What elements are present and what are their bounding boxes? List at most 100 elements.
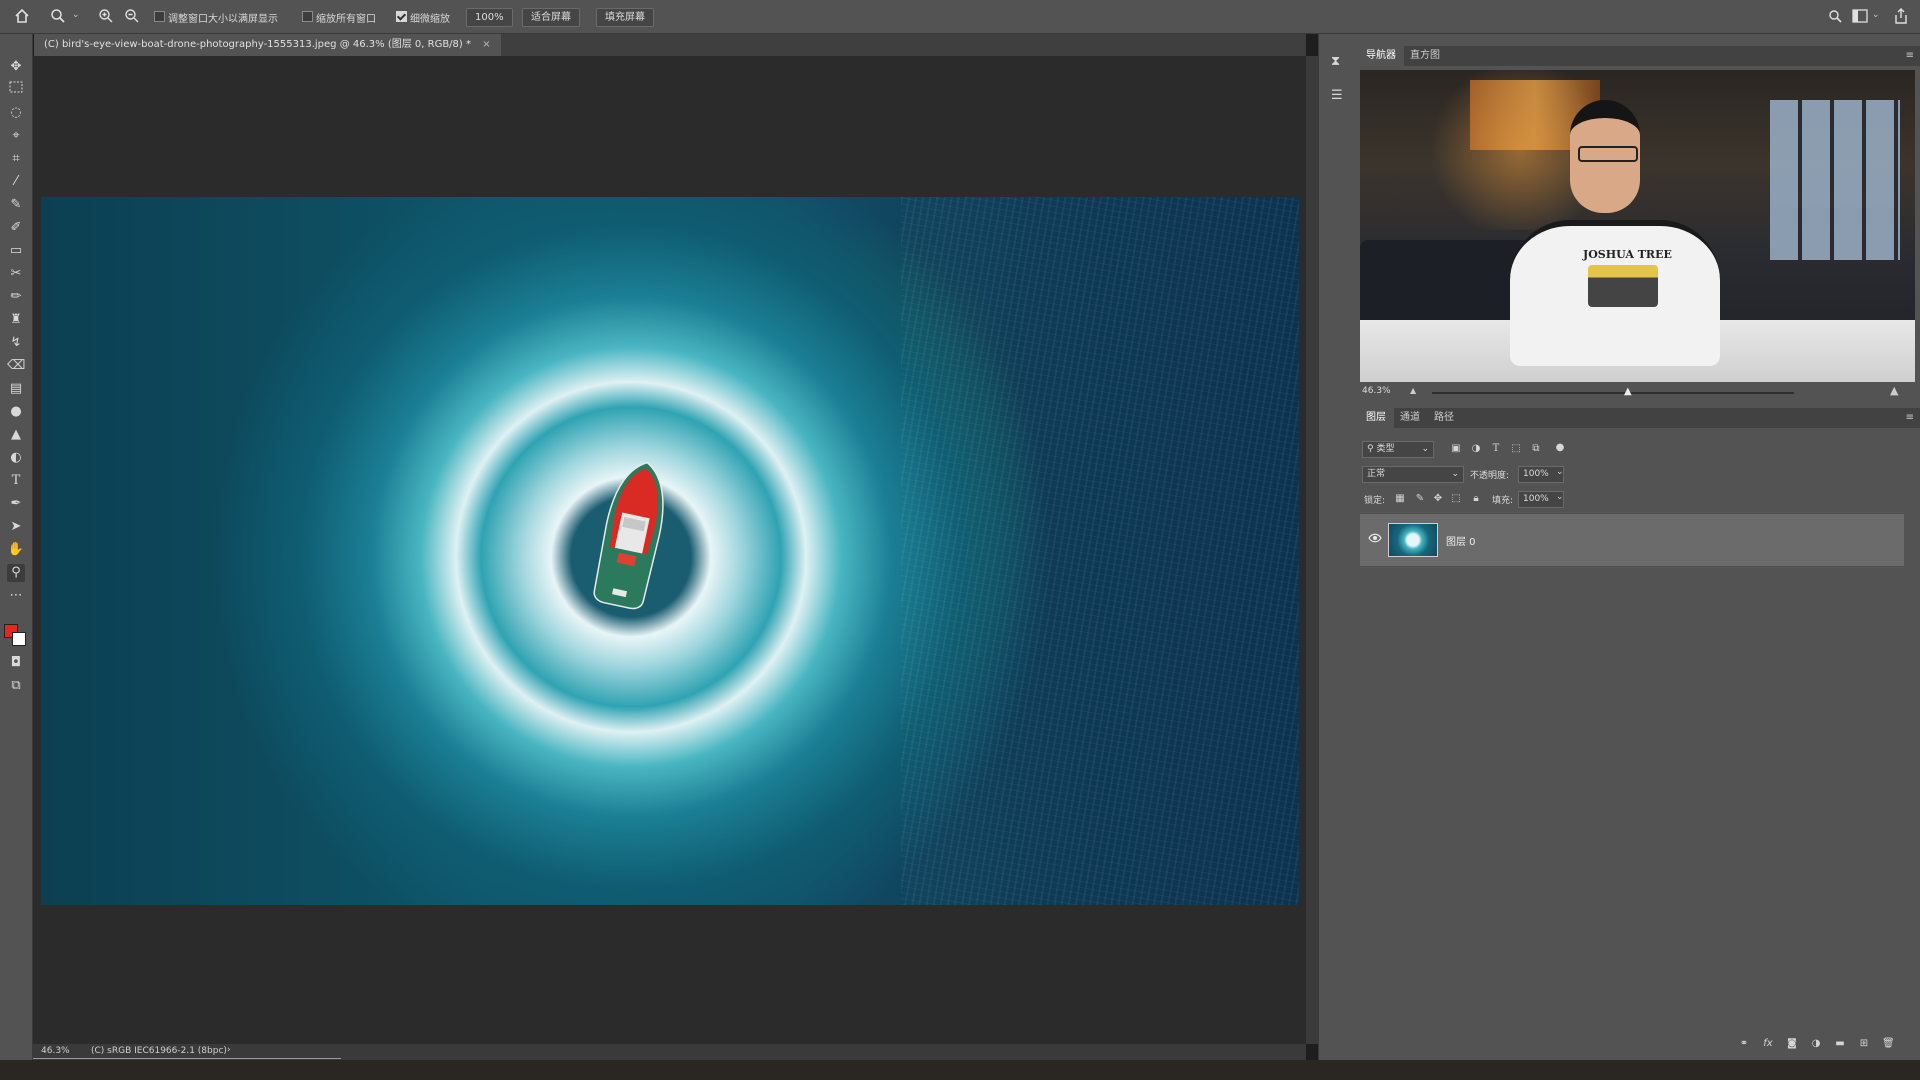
properties-panel-icon[interactable]: ☰ xyxy=(1331,88,1347,104)
navigator-zoom-slider[interactable] xyxy=(1432,392,1794,394)
panel-menu-icon[interactable]: ≡ xyxy=(1906,50,1914,61)
zoom-out-icon[interactable] xyxy=(124,8,140,24)
layer-row[interactable]: 图层 0 xyxy=(1360,514,1904,566)
pen-tool-icon[interactable]: ✒ xyxy=(7,495,25,513)
scrubby-zoom-checkbox[interactable] xyxy=(396,11,407,22)
chevron-down-icon[interactable]: ⌄ xyxy=(72,10,80,20)
shape-filter-icon[interactable]: ⬚ xyxy=(1510,443,1522,455)
type-tool-icon[interactable]: T xyxy=(7,472,25,490)
lasso-tool-icon[interactable]: ◌ xyxy=(7,104,25,122)
navigator-slider-thumb[interactable]: ▲ xyxy=(1624,386,1632,397)
search-icon[interactable] xyxy=(1828,9,1842,23)
type-filter-icon[interactable]: T xyxy=(1490,443,1502,455)
zoom-all-windows-checkbox[interactable] xyxy=(302,11,313,22)
scrubby-zoom-label: 细微缩放 xyxy=(410,14,450,25)
pencil-tool-icon[interactable]: ✏ xyxy=(7,288,25,306)
tab-layers[interactable]: 图层 xyxy=(1358,408,1394,428)
workspace-icon[interactable] xyxy=(1852,9,1868,23)
quick-select-tool-icon[interactable]: ⌖ xyxy=(7,127,25,145)
person-glasses xyxy=(1578,146,1638,162)
background-color-swatch[interactable] xyxy=(12,632,26,646)
quick-mask-icon[interactable]: ◘ xyxy=(7,654,25,672)
tab-paths[interactable]: 路径 xyxy=(1426,408,1462,428)
status-zoom[interactable]: 46.3% xyxy=(41,1046,70,1056)
filter-toggle-icon[interactable]: ● xyxy=(1554,442,1566,454)
layer-thumbnail[interactable] xyxy=(1388,523,1438,557)
layer-style-icon[interactable]: fx xyxy=(1762,1038,1774,1050)
status-more-arrow[interactable]: › xyxy=(227,1045,231,1055)
canvas-area[interactable] xyxy=(33,56,1306,1044)
blend-mode-value: 正常 xyxy=(1367,469,1386,479)
path-select-tool-icon[interactable]: ➤ xyxy=(7,518,25,536)
panel-menu-icon[interactable]: ≡ xyxy=(1906,412,1914,423)
visibility-eye-icon[interactable] xyxy=(1368,532,1382,544)
zoom-in-mountain-icon[interactable]: ▲ xyxy=(1890,384,1898,397)
layers-tabs: 图层 通道 路径 ≡ xyxy=(1358,408,1920,428)
new-group-icon[interactable]: ▬ xyxy=(1834,1038,1846,1050)
history-panel-icon[interactable]: ⧗ xyxy=(1331,54,1347,70)
adjustment-layer-icon[interactable]: ◑ xyxy=(1810,1038,1822,1050)
pixel-filter-icon[interactable]: ▣ xyxy=(1450,443,1462,455)
dodge-tool-icon[interactable]: ◐ xyxy=(7,449,25,467)
delete-layer-icon[interactable]: 🗑︎ xyxy=(1882,1038,1895,1050)
navigator-preview[interactable]: JOSHUA TREE xyxy=(1360,70,1915,382)
lock-position-icon[interactable]: ✥ xyxy=(1432,493,1444,505)
resize-windows-checkbox[interactable] xyxy=(154,11,165,22)
new-layer-icon[interactable]: ⊞ xyxy=(1858,1038,1870,1050)
shirt-graphic xyxy=(1588,265,1658,307)
lock-all-icon[interactable]: 🔒︎ xyxy=(1470,493,1482,505)
document-tab-row: (C) bird's-eye-view-boat-drone-photograp… xyxy=(34,34,1306,56)
sharpen-tool-icon[interactable]: ▲ xyxy=(7,426,25,444)
crop-tool-icon[interactable]: ⌗ xyxy=(7,150,25,168)
move-tool-icon[interactable]: ✥ xyxy=(7,58,25,76)
chevron-down-icon[interactable]: ⌄ xyxy=(1872,10,1880,20)
zoom-tool-icon[interactable] xyxy=(50,8,66,24)
layer-name[interactable]: 图层 0 xyxy=(1446,533,1476,548)
lock-artboard-icon[interactable]: ⬚ xyxy=(1450,493,1462,505)
eraser-tool-icon[interactable]: ⌫ xyxy=(7,357,25,375)
navigator-zoom-value[interactable]: 46.3% xyxy=(1362,386,1391,396)
tab-histogram[interactable]: 直方图 xyxy=(1402,46,1448,66)
navigator-tabs: 导航器 直方图 ≡ xyxy=(1358,46,1920,66)
tab-navigator[interactable]: 导航器 xyxy=(1358,46,1404,66)
eyedropper-tool-icon[interactable]: ⁄ xyxy=(7,173,25,191)
zoom-in-icon[interactable] xyxy=(98,8,114,24)
zoom-tool-icon[interactable]: ⚲ xyxy=(7,564,25,582)
document-tab[interactable]: (C) bird's-eye-view-boat-drone-photograp… xyxy=(34,34,501,56)
resize-windows-label: 调整窗口大小以满屏显示 xyxy=(168,14,278,25)
hand-tool-icon[interactable]: ✋ xyxy=(7,541,25,559)
link-layers-icon[interactable]: ⚭ xyxy=(1738,1038,1750,1050)
vertical-scrollbar[interactable] xyxy=(1306,56,1318,1044)
add-mask-icon[interactable]: ◙ xyxy=(1786,1038,1798,1050)
layer-filter-select[interactable]: ⚲ 类型 ⌄ xyxy=(1362,441,1434,458)
close-icon[interactable]: × xyxy=(482,39,490,50)
blend-mode-select[interactable]: 正常 ⌄ xyxy=(1362,466,1464,483)
scissors-tool-icon[interactable]: ✂ xyxy=(7,265,25,283)
smart-object-filter-icon[interactable]: ⧉ xyxy=(1530,443,1542,455)
options-bar: ⌄ 调整窗口大小以满屏显示 缩放所有窗口 细微缩放 100% 适合屏幕 填充屏幕… xyxy=(0,0,1920,34)
fill-value: 100% xyxy=(1523,494,1549,504)
marquee-tool-icon[interactable] xyxy=(7,81,25,99)
lock-transparent-icon[interactable]: ▦ xyxy=(1394,493,1406,505)
blur-tool-icon[interactable]: ● xyxy=(7,403,25,421)
document-image[interactable] xyxy=(41,197,1299,905)
screen-mode-icon[interactable]: ⧉ xyxy=(7,677,25,695)
tab-channels[interactable]: 通道 xyxy=(1392,408,1428,428)
home-icon[interactable] xyxy=(14,8,30,24)
zoom-out-mountain-icon[interactable]: ▲ xyxy=(1410,386,1416,395)
gradient-tool-icon[interactable]: ▤ xyxy=(7,380,25,398)
brush-tool-icon[interactable]: ✐ xyxy=(7,219,25,237)
chevron-down-icon[interactable]: ⌄ xyxy=(1556,467,1564,477)
zoom-100-button[interactable]: 100% xyxy=(466,8,513,27)
healing-brush-icon[interactable]: ✎ xyxy=(7,196,25,214)
chevron-down-icon[interactable]: ⌄ xyxy=(1556,492,1564,502)
history-brush-icon[interactable]: ↯ xyxy=(7,334,25,352)
fit-screen-button[interactable]: 适合屏幕 xyxy=(522,8,580,27)
frame-tool-icon[interactable]: ▭ xyxy=(7,242,25,260)
lock-image-icon[interactable]: ✎ xyxy=(1414,493,1426,505)
share-icon[interactable] xyxy=(1894,8,1908,24)
adjustment-filter-icon[interactable]: ◑ xyxy=(1470,443,1482,455)
stamp-tool-icon[interactable]: ♜ xyxy=(7,311,25,329)
fill-screen-button[interactable]: 填充屏幕 xyxy=(596,8,654,27)
more-tools-icon[interactable]: ⋯ xyxy=(7,587,25,605)
